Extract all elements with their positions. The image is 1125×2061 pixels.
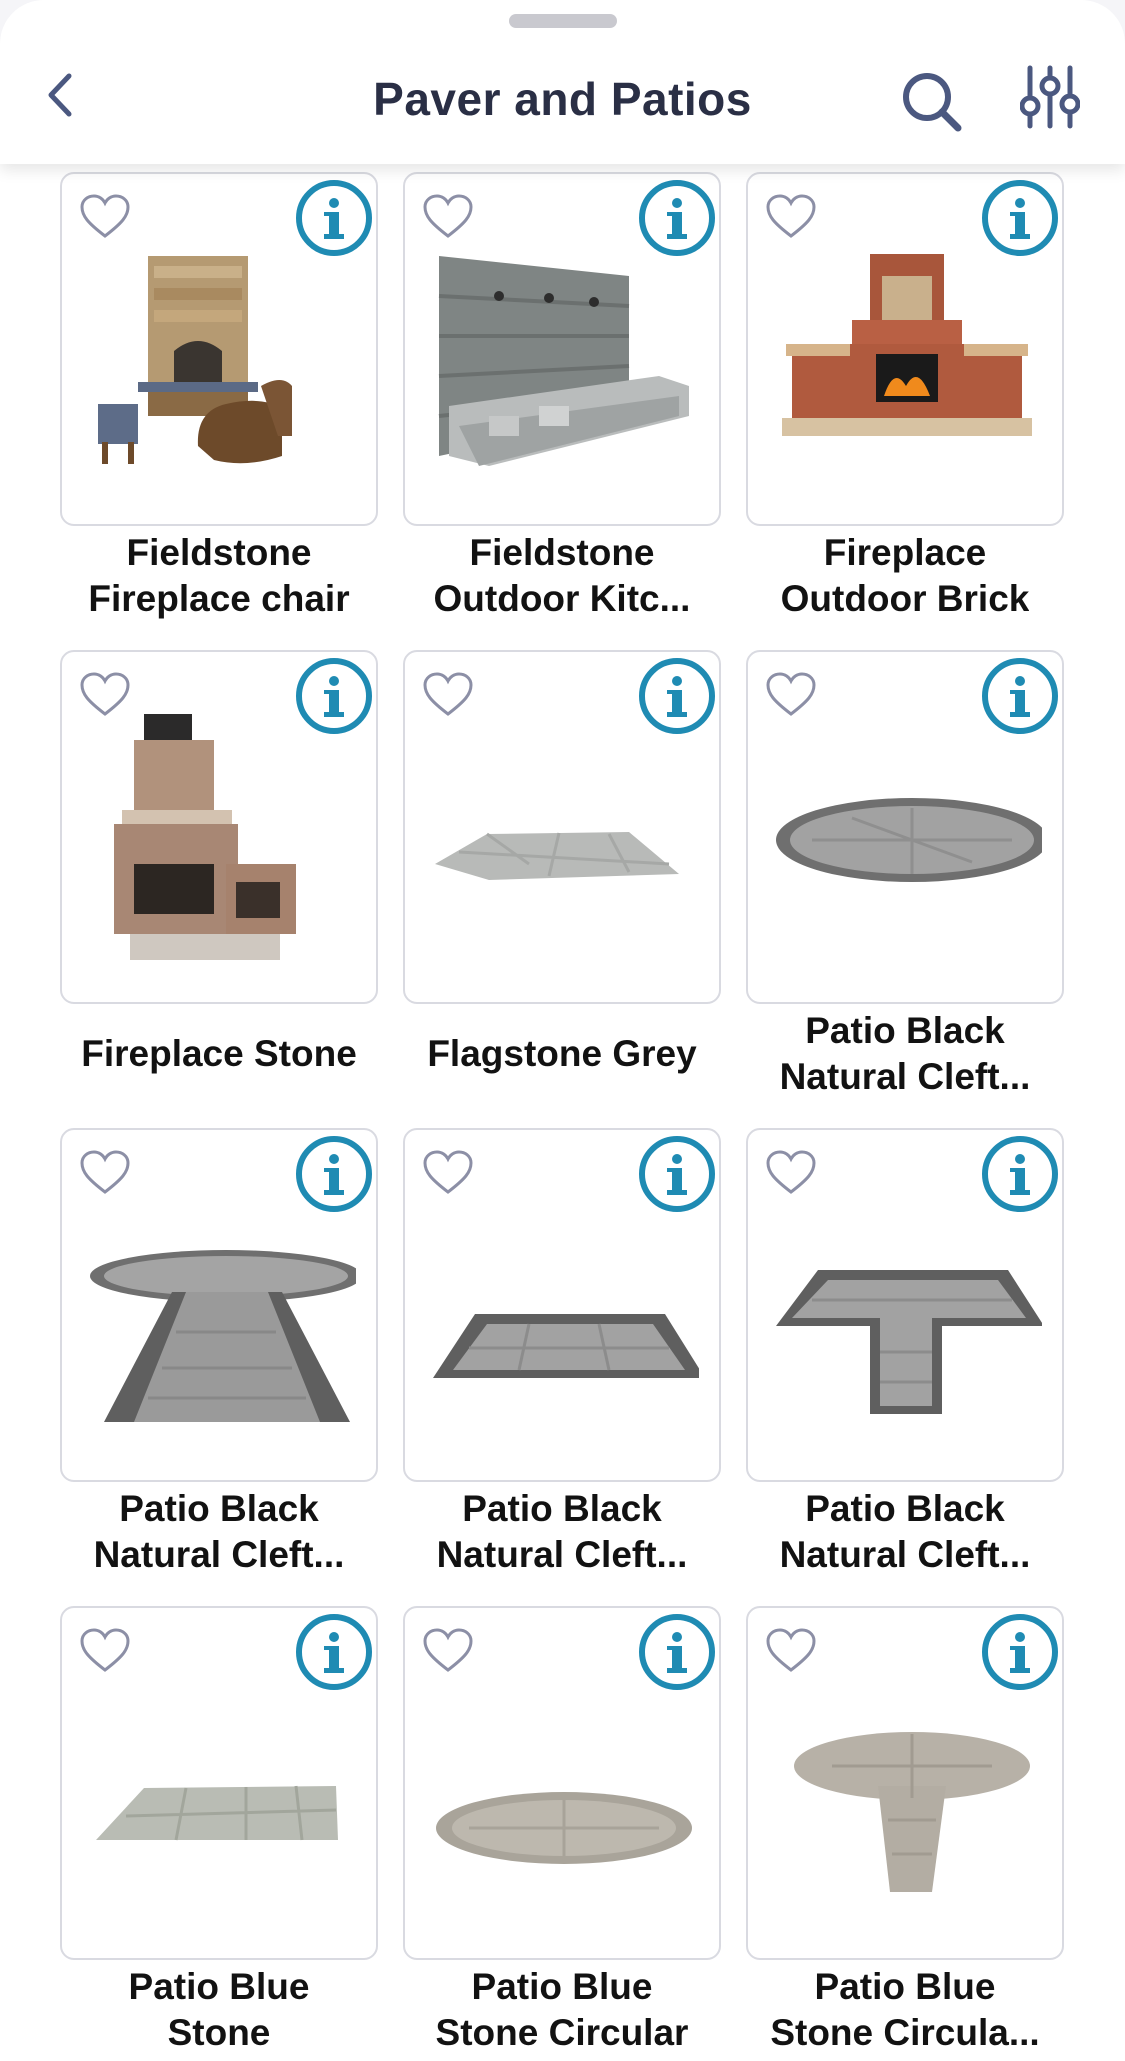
product-tile[interactable] [60,1128,378,1482]
product-image [436,1792,692,1864]
product-card[interactable]: Patio Blue Stone Circular [403,1606,721,2053]
info-icon[interactable] [980,178,1060,258]
product-image [90,1250,356,1422]
product-image [438,256,689,466]
product-tile[interactable] [403,1606,721,1960]
product-card[interactable]: Patio Black Natural Cleft... [746,650,1064,1097]
product-card[interactable]: Patio Black Natural Cleft... [403,1128,721,1575]
product-name: Patio Black Natural Cleft... [93,1488,345,1575]
info-icon[interactable] [294,1612,374,1692]
product-image [433,1314,699,1378]
product-name: Fieldstone Fireplace chair [88,532,350,619]
heart-icon[interactable] [421,670,475,720]
heart-icon[interactable] [764,670,818,720]
header-bar: Paver and Patios [0,0,1125,164]
product-tile[interactable] [746,650,1064,1004]
product-image [776,1270,1042,1414]
product-name: Patio Blue Stone [128,1966,310,2053]
product-card[interactable]: Fireplace Outdoor Brick [746,172,1064,619]
info-icon[interactable] [980,656,1060,736]
product-tile[interactable] [746,172,1064,526]
sliders-icon[interactable] [1020,64,1080,130]
product-name: Patio Black Natural Cleft... [779,1010,1031,1097]
product-tile[interactable] [60,172,378,526]
product-name: Patio Black Natural Cleft... [436,1488,688,1575]
product-card[interactable]: Patio Blue Stone [60,1606,378,2053]
product-name: Flagstone Grey [427,1033,697,1074]
heart-icon[interactable] [421,1148,475,1198]
info-icon[interactable] [294,656,374,736]
search-icon[interactable] [900,70,964,134]
sheet-grabber[interactable] [509,14,617,28]
bottom-sheet: Fieldstone Fireplace chair Fieldstone Ou… [0,0,1125,2061]
product-name: Patio Black Natural Cleft... [779,1488,1031,1575]
info-icon[interactable] [980,1612,1060,1692]
heart-icon[interactable] [764,1626,818,1676]
product-grid: Fieldstone Fireplace chair Fieldstone Ou… [0,0,1125,2061]
heart-icon[interactable] [78,1626,132,1676]
product-image [96,1785,338,1841]
info-icon[interactable] [637,1612,717,1692]
info-icon[interactable] [637,656,717,736]
heart-icon[interactable] [78,1148,132,1198]
product-name: Fieldstone Outdoor Kitc... [433,532,691,619]
product-card[interactable]: Patio Blue Stone Circula... [746,1606,1064,2053]
product-image [98,256,292,464]
info-icon[interactable] [637,1134,717,1214]
product-image [435,832,679,880]
product-card[interactable]: Fieldstone Fireplace chair [60,172,378,619]
product-tile[interactable] [60,1606,378,1960]
product-card[interactable]: Patio Black Natural Cleft... [746,1128,1064,1575]
heart-icon[interactable] [78,670,132,720]
product-image [114,714,296,960]
product-image [794,1732,1030,1892]
info-icon[interactable] [294,1134,374,1214]
product-name: Fireplace Outdoor Brick [780,532,1030,619]
product-tile[interactable] [746,1606,1064,1960]
heart-icon[interactable] [421,1626,475,1676]
product-name: Patio Blue Stone Circula... [770,1966,1040,2053]
heart-icon[interactable] [764,1148,818,1198]
product-card[interactable]: Patio Black Natural Cleft... [60,1128,378,1575]
product-tile[interactable] [403,172,721,526]
info-icon[interactable] [294,178,374,258]
product-tile[interactable] [746,1128,1064,1482]
product-name: Patio Blue Stone Circular [435,1966,689,2053]
product-tile[interactable] [403,650,721,1004]
product-card[interactable]: Fireplace Stone [60,650,378,1074]
product-card[interactable]: Fieldstone Outdoor Kitc... [403,172,721,619]
product-name: Fireplace Stone [81,1033,357,1074]
product-tile[interactable] [403,1128,721,1482]
heart-icon[interactable] [78,192,132,242]
info-icon[interactable] [980,1134,1060,1214]
heart-icon[interactable] [764,192,818,242]
product-card[interactable]: Flagstone Grey [403,650,721,1074]
product-image [776,798,1042,882]
product-tile[interactable] [60,650,378,1004]
heart-icon[interactable] [421,192,475,242]
info-icon[interactable] [637,178,717,258]
product-image [782,254,1032,436]
